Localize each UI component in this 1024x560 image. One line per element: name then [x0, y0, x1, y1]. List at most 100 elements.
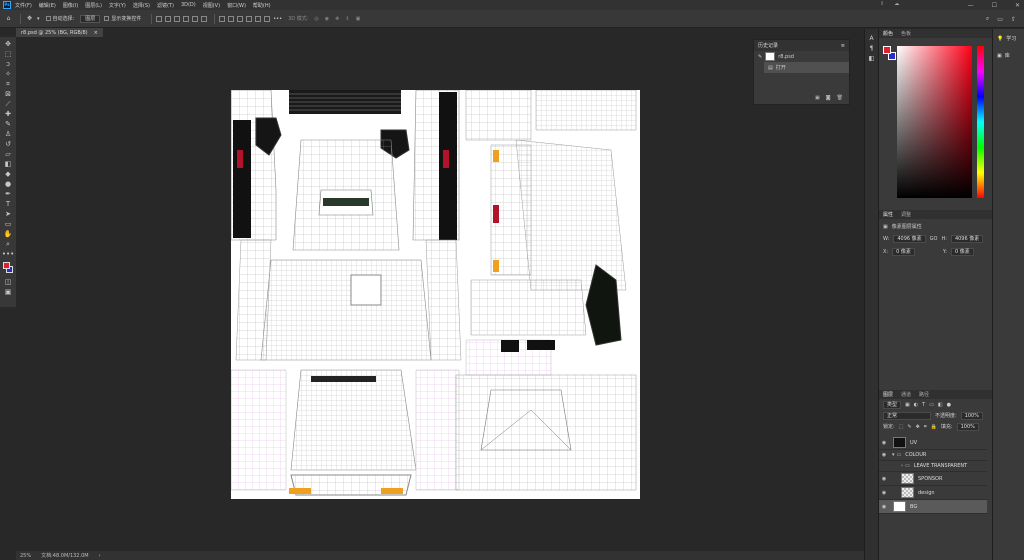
align-right-icon[interactable]	[201, 15, 208, 22]
search-icon[interactable]: ⌕	[986, 15, 989, 23]
dodge-tool-icon[interactable]: ●	[2, 179, 14, 189]
visibility-eye-icon[interactable]: ◉	[879, 440, 889, 446]
eraser-tool-icon[interactable]: ▱	[2, 149, 14, 159]
lasso-tool-icon[interactable]: ↄ	[2, 59, 14, 69]
link-dimensions-icon[interactable]: GO	[930, 236, 938, 242]
share-icon[interactable]: ⇧	[1011, 16, 1016, 23]
trash-icon[interactable]: 🗑	[837, 95, 843, 101]
hue-slider[interactable]	[977, 46, 984, 198]
tab-layers[interactable]: 图层	[883, 391, 893, 398]
blur-tool-icon[interactable]: ◆	[2, 169, 14, 179]
menu-filter[interactable]: 滤镜(T)	[157, 2, 174, 9]
gradient-tool-icon[interactable]: ◧	[2, 159, 14, 169]
lock-artboard-icon[interactable]: ⌗	[924, 424, 927, 430]
frame-tool-icon[interactable]: ⊠	[2, 89, 14, 99]
canvas-area[interactable]	[16, 37, 864, 551]
blend-mode-dropdown[interactable]: 正常	[883, 411, 931, 420]
align-center-icon[interactable]	[192, 15, 199, 22]
pen-tool-icon[interactable]: ✒	[2, 189, 14, 199]
align-left-icon[interactable]	[183, 15, 190, 22]
brush-tool-icon[interactable]: ✎	[2, 119, 14, 129]
more-options-icon[interactable]: •••	[273, 16, 282, 22]
lock-transparent-icon[interactable]: ⬚	[899, 424, 904, 430]
close-tab-icon[interactable]: ×	[94, 30, 98, 36]
auto-select-option[interactable]: 自动选择:	[45, 15, 74, 22]
tab-adjustments[interactable]: 调整	[901, 211, 911, 218]
layer-row[interactable]: ◉ SPONSOR	[879, 472, 987, 486]
path-selection-tool-icon[interactable]: ➤	[2, 209, 14, 219]
zoom-level[interactable]: 25%	[20, 553, 31, 559]
home-icon[interactable]: ⌂	[4, 14, 13, 23]
layer-row[interactable]: ◉ design	[879, 486, 987, 500]
history-snapshot[interactable]: ✎ r8.psd	[754, 51, 849, 62]
filter-smart-icon[interactable]: ◧	[938, 402, 943, 408]
rectangle-tool-icon[interactable]: ▭	[2, 219, 14, 229]
edit-toolbar-icon[interactable]: •••	[2, 249, 14, 259]
show-transform-checkbox[interactable]	[104, 16, 110, 21]
opacity-field[interactable]: 100%	[960, 411, 983, 420]
library-button[interactable]: ▣ 库	[993, 46, 1024, 63]
distribute-middle-icon[interactable]	[228, 15, 235, 22]
history-step-open[interactable]: ▤ 打开	[764, 62, 849, 73]
show-transform-option[interactable]: 显示变换控件	[104, 15, 141, 22]
zoom-tool-icon[interactable]: ⌕	[2, 239, 14, 249]
group-chevron-right-icon[interactable]: ›	[901, 463, 903, 469]
share-icon[interactable]: ⇪	[880, 1, 884, 7]
lock-all-icon[interactable]: 🔒	[931, 424, 937, 430]
visibility-eye-icon[interactable]: ◉	[879, 452, 889, 458]
width-field[interactable]: 4096 像素	[893, 235, 926, 243]
snapshot-brush-icon[interactable]: ✎	[758, 54, 762, 60]
filter-adjust-icon[interactable]: ◐	[914, 402, 918, 408]
clone-stamp-tool-icon[interactable]: ♙	[2, 129, 14, 139]
auto-select-dropdown[interactable]: 图层	[80, 14, 101, 23]
status-arrow-icon[interactable]: ›	[99, 553, 101, 559]
visibility-eye-icon[interactable]: ◉	[879, 504, 889, 510]
layer-row-selected[interactable]: ◉ BG	[879, 500, 987, 514]
color-swatches[interactable]	[2, 261, 14, 275]
glyphs-panel-icon[interactable]: ◧	[865, 55, 878, 62]
eyedropper-tool-icon[interactable]: ⟋	[2, 99, 14, 109]
x-field[interactable]: 0 像素	[892, 248, 915, 256]
move-tool-icon[interactable]: ✥	[2, 39, 14, 49]
hand-tool-icon[interactable]: ✋	[2, 229, 14, 239]
lock-pixels-icon[interactable]: ✎	[907, 424, 911, 430]
foreground-color-swatch[interactable]	[883, 46, 891, 54]
menu-layer[interactable]: 图层(L)	[85, 2, 102, 9]
menu-type[interactable]: 文字(Y)	[109, 2, 126, 9]
quick-mask-icon[interactable]: ◫	[2, 277, 14, 287]
menu-window[interactable]: 窗口(W)	[227, 2, 246, 9]
menu-image[interactable]: 图像(I)	[63, 2, 78, 9]
move-tool-icon[interactable]: ✥	[25, 14, 34, 23]
layer-group-row[interactable]: › ▭ LEAVE TRANSPARENT	[879, 461, 987, 472]
group-chevron-down-icon[interactable]: ▾	[892, 452, 895, 458]
align-middle-icon[interactable]	[165, 15, 172, 22]
align-top-icon[interactable]	[156, 15, 163, 22]
distribute-top-icon[interactable]	[219, 15, 226, 22]
character-panel-icon[interactable]: A	[865, 35, 878, 42]
color-panel-swatches[interactable]	[883, 46, 897, 62]
layer-filter-dropdown[interactable]: 类型	[883, 400, 902, 409]
history-brush-tool-icon[interactable]: ↺	[2, 139, 14, 149]
filter-toggle-icon[interactable]: ●	[947, 402, 951, 408]
auto-select-checkbox[interactable]	[45, 16, 51, 21]
menu-edit[interactable]: 编辑(E)	[39, 2, 56, 9]
menu-select[interactable]: 选择(S)	[133, 2, 150, 9]
tab-properties[interactable]: 属性	[883, 211, 893, 218]
menu-file[interactable]: 文件(F)	[15, 2, 32, 9]
y-field[interactable]: 0 像素	[950, 248, 974, 256]
3d-orbit-icon[interactable]: ◎	[314, 16, 318, 22]
3d-pan-icon[interactable]: ✥	[335, 16, 339, 22]
color-spectrum-field[interactable]	[897, 46, 972, 198]
3d-scale-icon[interactable]: ▣	[356, 16, 361, 22]
screen-mode-icon[interactable]: ▣	[2, 287, 14, 297]
filter-type-icon[interactable]: T	[922, 402, 925, 408]
maximize-button[interactable]: ☐	[992, 2, 997, 9]
distribute-center-icon[interactable]	[255, 15, 262, 22]
minimize-button[interactable]: —	[968, 2, 974, 9]
3d-slide-icon[interactable]: ⇕	[345, 16, 349, 22]
healing-brush-tool-icon[interactable]: ✚	[2, 109, 14, 119]
tab-paths[interactable]: 路径	[919, 391, 929, 398]
history-panel-title[interactable]: 历史记录	[758, 42, 778, 49]
distribute-left-icon[interactable]	[246, 15, 253, 22]
3d-roll-icon[interactable]: ◉	[325, 16, 329, 22]
